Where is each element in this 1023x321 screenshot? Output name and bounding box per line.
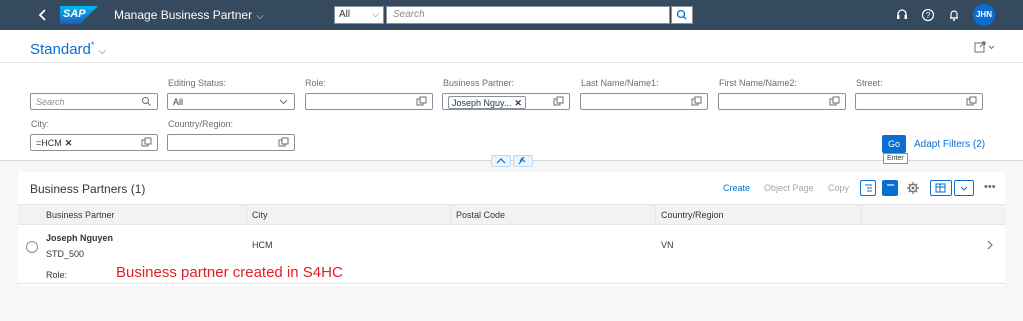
svg-text:?: ?: [926, 11, 931, 20]
gear-icon[interactable]: [906, 181, 920, 195]
country-region-label: Country/Region:: [168, 119, 234, 129]
search-scope-value: All: [339, 9, 351, 20]
create-button[interactable]: Create: [723, 183, 750, 193]
value-help-icon[interactable]: [691, 96, 702, 107]
export-menu-button[interactable]: [954, 180, 974, 196]
editing-status-value: All: [173, 97, 184, 107]
pin-icon: [518, 156, 526, 165]
column-header-business-partner[interactable]: Business Partner: [46, 210, 115, 220]
filter-search-input[interactable]: Search: [30, 93, 158, 110]
filter-bar: Search Editing Status: All Role: Busines…: [0, 62, 1023, 164]
role-input[interactable]: [305, 93, 433, 110]
partner-role-label: Role:: [46, 270, 68, 280]
pin-header-button[interactable]: [513, 155, 533, 167]
column-header-city[interactable]: City: [252, 210, 268, 220]
overflow-icon[interactable]: •••: [984, 181, 996, 193]
role-label: Role:: [305, 78, 327, 88]
close-icon[interactable]: ✕: [514, 98, 522, 108]
value-help-icon[interactable]: [141, 137, 152, 148]
help-icon[interactable]: ?: [921, 8, 935, 22]
column-separator: [246, 205, 247, 225]
variant-name: Standard: [30, 41, 91, 58]
value-help-icon[interactable]: [416, 96, 427, 107]
business-partner-input[interactable]: Joseph Nguy... ✕: [442, 93, 570, 110]
avatar[interactable]: JHN: [973, 4, 995, 26]
search-icon[interactable]: [141, 96, 152, 107]
chevron-down-icon: ⌵: [372, 9, 379, 19]
hide-details-toggle[interactable]: [882, 180, 898, 196]
table-header-row: Business Partner City Postal Code Countr…: [18, 204, 1005, 225]
search-button[interactable]: [671, 6, 693, 24]
filter-search-placeholder: Search: [36, 97, 65, 107]
street-input[interactable]: [855, 93, 983, 110]
table-title: Business Partners (1): [30, 182, 146, 196]
column-header-country-region[interactable]: Country/Region: [661, 210, 724, 220]
page-header: Standard*⌵: [0, 30, 1023, 62]
object-page-button[interactable]: Object Page: [764, 183, 814, 193]
street-label: Street:: [856, 78, 883, 88]
app-title-menu[interactable]: Manage Business Partner ⌵: [114, 8, 264, 22]
city-token[interactable]: =HCM ✕: [36, 137, 73, 150]
partner-country-region: VN: [661, 240, 674, 250]
chevron-up-icon: [496, 158, 506, 164]
partner-id: STD_500: [46, 249, 85, 259]
shell-bar: SAP Manage Business Partner ⌵ All ⌵ Searc…: [0, 0, 1023, 30]
editing-status-select[interactable]: All: [167, 93, 295, 110]
first-name-input[interactable]: [718, 93, 846, 110]
adapt-filters-button[interactable]: Adapt Filters (2): [914, 139, 985, 150]
last-name-input[interactable]: [580, 93, 708, 110]
business-partner-label: Business Partner:: [443, 78, 515, 88]
headset-icon[interactable]: [895, 8, 909, 22]
column-separator: [655, 205, 656, 225]
share-icon[interactable]: [974, 40, 996, 54]
business-partner-token-text: Joseph Nguy...: [452, 98, 512, 108]
chevron-down-icon: ⌵: [98, 46, 106, 57]
partner-name: Joseph Nguyen: [46, 233, 114, 243]
list-icon: [887, 184, 894, 186]
chevron-down-icon: [279, 99, 288, 105]
row-select-radio[interactable]: [26, 241, 38, 253]
copy-button[interactable]: Copy: [828, 183, 849, 193]
business-partner-token[interactable]: Joseph Nguy... ✕: [448, 96, 526, 109]
value-help-icon[interactable]: [966, 96, 977, 107]
last-name-label: Last Name/Name1:: [581, 78, 659, 88]
first-name-label: First Name/Name2:: [719, 78, 798, 88]
value-help-icon[interactable]: [553, 96, 564, 107]
export-button[interactable]: [930, 180, 952, 196]
chevron-down-icon: ⌵: [256, 11, 264, 22]
search-icon: [676, 9, 687, 20]
bell-icon[interactable]: [947, 8, 961, 22]
chevron-right-icon[interactable]: [986, 239, 994, 251]
collapse-header-button[interactable]: [491, 155, 511, 167]
variant-management[interactable]: Standard*⌵: [30, 40, 106, 58]
go-tooltip: Enter: [883, 153, 908, 164]
partner-city: HCM: [252, 240, 273, 250]
column-separator: [450, 205, 451, 225]
column-separator: [861, 205, 862, 225]
column-header-postal-code[interactable]: Postal Code: [456, 210, 505, 220]
logo-text: SAP: [63, 8, 86, 20]
city-label: City:: [31, 119, 49, 129]
app-title: Manage Business Partner: [114, 8, 253, 22]
go-button[interactable]: Go: [882, 135, 906, 153]
spreadsheet-icon: [935, 183, 946, 193]
variant-modified-marker: *: [90, 40, 95, 50]
annotation-text: Business partner created in S4HC: [116, 264, 343, 281]
list-details-icon: [865, 184, 872, 192]
value-help-icon[interactable]: [278, 137, 289, 148]
editing-status-label: Editing Status:: [168, 78, 227, 88]
search-scope-select[interactable]: All ⌵: [334, 6, 384, 24]
city-token-text: =HCM: [36, 138, 62, 148]
shell-search-input[interactable]: Search: [386, 6, 670, 24]
show-details-toggle[interactable]: [860, 180, 876, 196]
city-input[interactable]: =HCM ✕: [30, 134, 158, 151]
value-help-icon[interactable]: [829, 96, 840, 107]
close-icon[interactable]: ✕: [65, 138, 73, 148]
country-region-input[interactable]: [167, 134, 295, 151]
back-icon[interactable]: [36, 7, 50, 23]
chevron-down-icon: [960, 186, 968, 191]
